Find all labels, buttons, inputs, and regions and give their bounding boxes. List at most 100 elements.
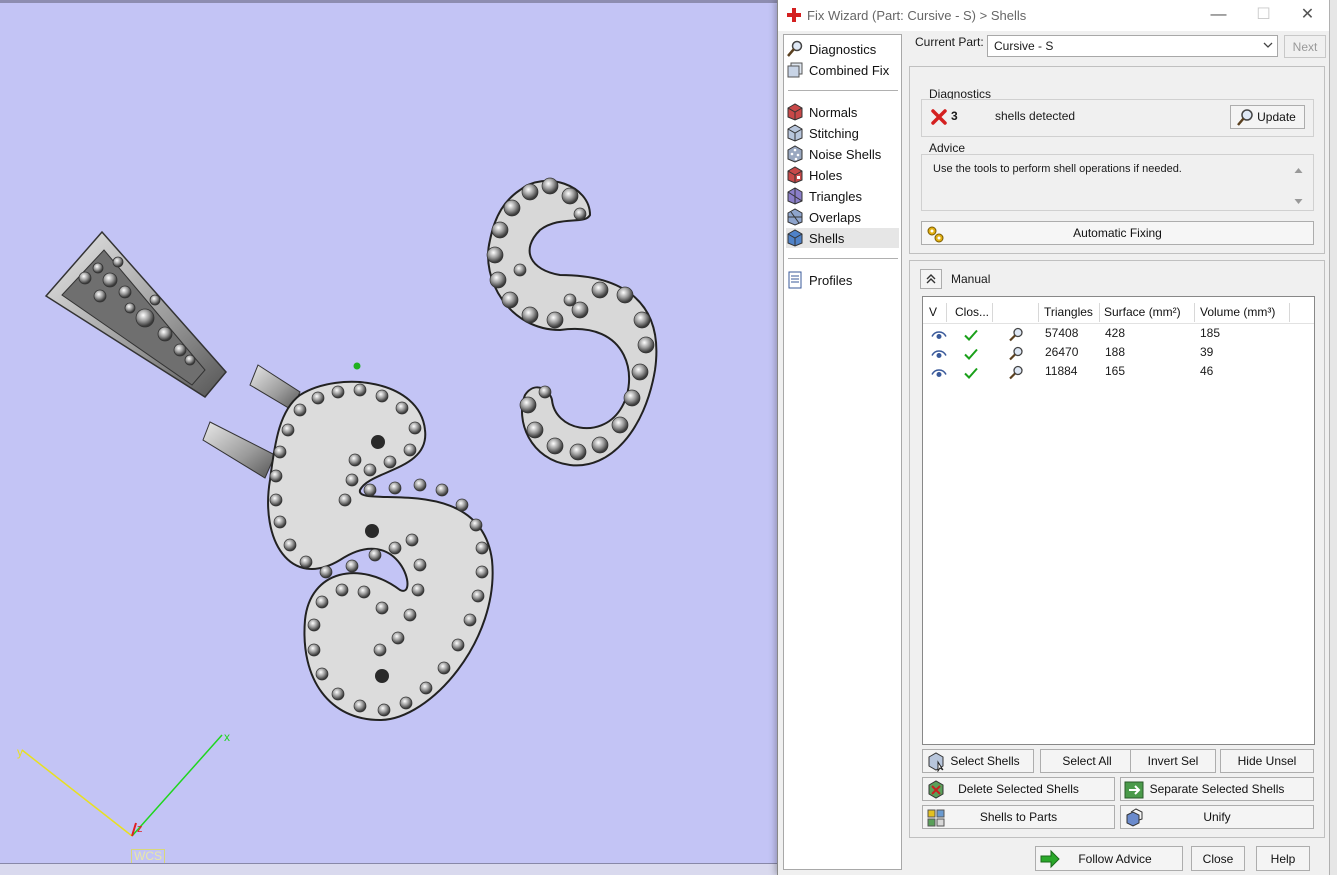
col-header-closed[interactable]: Clos...: [951, 303, 993, 322]
shells-to-parts-button[interactable]: Shells to Parts: [922, 805, 1115, 829]
bail-shell[interactable]: [44, 230, 227, 398]
next-button[interactable]: Next: [1284, 35, 1326, 58]
col-header-triangles[interactable]: Triangles: [1040, 303, 1100, 322]
nav-label: Holes: [809, 167, 843, 183]
triangles-cell: 57408: [1045, 326, 1079, 340]
3d-viewport[interactable]: x y z WCS: [0, 0, 780, 875]
nav-label: Normals: [809, 104, 858, 120]
close-window-button[interactable]: ✕: [1285, 0, 1330, 31]
wizard-nav: Diagnostics Combined Fix Normals Stitchi…: [783, 34, 902, 870]
check-icon: [964, 367, 978, 379]
volume-cell: 185: [1200, 326, 1221, 340]
gears-icon: [927, 226, 944, 243]
visibility-icon[interactable]: [931, 364, 947, 383]
follow-advice-label: Follow Advice: [1078, 851, 1152, 866]
background-window-edge: [1329, 0, 1337, 875]
col-header-locate[interactable]: [993, 303, 1039, 322]
separate-arrow-icon: [1124, 781, 1144, 799]
unify-button[interactable]: Unify: [1120, 805, 1314, 829]
shells-cube-icon: [786, 229, 804, 247]
nav-label: Noise Shells: [809, 146, 882, 162]
red-cross-icon: [787, 8, 801, 22]
scroll-arrows-icon[interactable]: [1294, 167, 1303, 205]
separate-selected-label: Separate Selected Shells: [1149, 782, 1285, 796]
minimize-button[interactable]: —: [1196, 0, 1241, 31]
automatic-fixing-button[interactable]: Automatic Fixing: [921, 221, 1314, 245]
table-row[interactable]: 11884 165 46: [923, 362, 1314, 381]
shells-to-parts-icon: [927, 809, 945, 827]
current-part-label: Current Part:: [915, 35, 984, 49]
nav-divider: [788, 258, 898, 259]
magnifier-icon: [786, 40, 804, 58]
wcs-axes: [21, 734, 223, 837]
current-part-select[interactable]: Cursive - S: [987, 35, 1278, 57]
nav-item-shells[interactable]: Shells: [786, 228, 899, 248]
delete-selected-shells-button[interactable]: Delete Selected Shells: [922, 777, 1115, 801]
select-all-button[interactable]: Select All: [1040, 749, 1134, 773]
axis-y-label: y: [17, 745, 23, 759]
delete-shell-icon: [928, 780, 944, 799]
table-row[interactable]: 26470 188 39: [923, 343, 1314, 362]
update-button[interactable]: Update: [1230, 105, 1305, 129]
nav-item-triangles[interactable]: Triangles: [786, 186, 899, 206]
nav-item-normals[interactable]: Normals: [786, 102, 899, 122]
axis-x-label: x: [224, 730, 230, 744]
nav-label: Triangles: [809, 188, 862, 204]
select-shells-label: Select Shells: [950, 754, 1020, 768]
unify-label: Unify: [1203, 810, 1231, 824]
shells-to-parts-label: Shells to Parts: [979, 810, 1058, 824]
small-s-shell[interactable]: [486, 177, 658, 467]
hide-unselected-button[interactable]: Hide Unsel: [1220, 749, 1314, 773]
fix-wizard-dialog: Fix Wizard (Part: Cursive - S) > Shells …: [777, 0, 1330, 875]
maximize-button[interactable]: ☐: [1241, 0, 1286, 31]
error-x-icon: [931, 109, 947, 125]
surface-cell: 428: [1105, 326, 1126, 340]
large-s-shell[interactable]: [267, 362, 494, 722]
bottom-ruler: [0, 863, 780, 875]
separate-selected-shells-button[interactable]: Separate Selected Shells: [1120, 777, 1314, 801]
volume-cell: 46: [1200, 364, 1214, 378]
advice-text: Use the tools to perform shell operation…: [933, 163, 1182, 175]
nav-item-overlaps[interactable]: Overlaps: [786, 207, 899, 227]
nav-item-profiles[interactable]: Profiles: [786, 270, 899, 290]
table-row[interactable]: 57408 428 185: [923, 324, 1314, 343]
magnifier-icon: [1237, 109, 1253, 126]
nav-item-stitching[interactable]: Stitching: [786, 123, 899, 143]
nav-label: Profiles: [809, 272, 853, 288]
nav-item-diagnostics[interactable]: Diagnostics: [786, 39, 899, 59]
nav-item-holes[interactable]: Holes: [786, 165, 899, 185]
locate-magnifier-icon[interactable]: [1008, 325, 1024, 344]
select-shells-button[interactable]: Select Shells: [922, 749, 1034, 773]
locate-magnifier-icon[interactable]: [1008, 344, 1024, 363]
col-header-surface[interactable]: Surface (mm²): [1100, 303, 1195, 322]
nav-label: Stitching: [809, 125, 859, 141]
diagnostics-message: shells detected: [995, 109, 1076, 123]
advice-group: Use the tools to perform shell operation…: [921, 154, 1314, 211]
close-button[interactable]: Close: [1191, 846, 1245, 871]
scene-render: x y z: [17, 177, 658, 837]
manual-heading: Manual: [951, 272, 991, 286]
layers-icon: [786, 61, 804, 79]
shell-count: 3: [951, 109, 958, 123]
window-title: Fix Wizard (Part: Cursive - S) > Shells: [807, 8, 1027, 23]
advice-heading: Advice: [929, 141, 966, 155]
collapse-manual-button[interactable]: [920, 269, 942, 289]
triangles-icon: [786, 187, 804, 205]
nav-item-noise-shells[interactable]: Noise Shells: [786, 144, 899, 164]
title-bar[interactable]: Fix Wizard (Part: Cursive - S) > Shells …: [778, 0, 1330, 31]
locate-magnifier-icon[interactable]: [1008, 363, 1024, 382]
col-header-visible[interactable]: V: [925, 303, 947, 322]
nav-label: Overlaps: [809, 209, 862, 225]
status-panel: Diagnostics 3 shells detected Update Adv…: [909, 66, 1325, 254]
col-header-volume[interactable]: Volume (mm³): [1196, 303, 1290, 322]
chevron-down-icon: [1263, 42, 1273, 48]
help-button[interactable]: Help: [1256, 846, 1310, 871]
nav-item-combined-fix[interactable]: Combined Fix: [786, 60, 899, 80]
nav-label: Diagnostics: [809, 41, 877, 57]
update-label: Update: [1257, 110, 1296, 124]
holes-cube-icon: [786, 166, 804, 184]
unify-icon: [1126, 808, 1143, 827]
invert-selection-button[interactable]: Invert Sel: [1130, 749, 1216, 773]
follow-advice-button[interactable]: Follow Advice: [1035, 846, 1183, 871]
triangles-cell: 11884: [1045, 364, 1078, 378]
